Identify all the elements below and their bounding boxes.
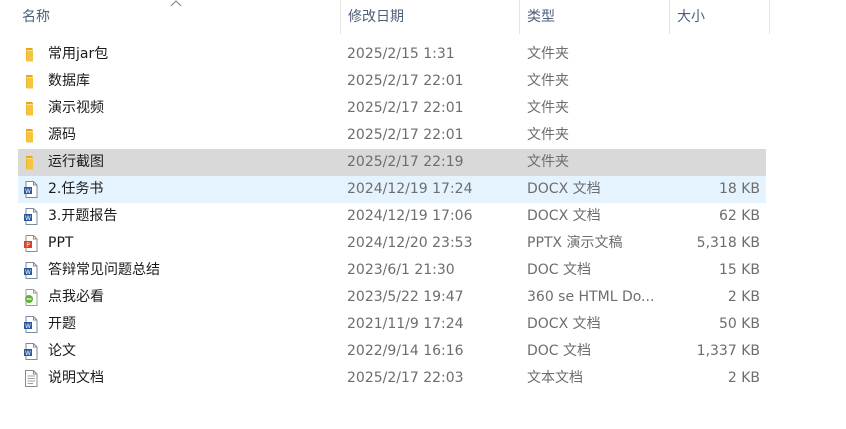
file-size: 18 KB bbox=[718, 181, 760, 197]
file-row[interactable]: W 2.任务书 2024/12/19 17:24 DOCX 文档 18 KB bbox=[18, 176, 766, 203]
file-row[interactable]: 说明文档 2025/2/17 22:03 文本文档 2 KB bbox=[18, 365, 766, 392]
file-name: 点我必看 bbox=[48, 289, 104, 305]
word-doc-icon: W bbox=[22, 180, 40, 199]
file-row[interactable]: 演示视频 2025/2/17 22:01 文件夹 bbox=[18, 95, 766, 122]
file-row[interactable]: 运行截图 2025/2/17 22:19 文件夹 bbox=[18, 149, 766, 176]
svg-text:W: W bbox=[25, 350, 31, 357]
folder-icon bbox=[22, 99, 40, 118]
word-doc-icon: W bbox=[22, 207, 40, 226]
folder-icon bbox=[22, 72, 40, 91]
sort-ascending-icon bbox=[170, 0, 182, 7]
file-type: 文件夹 bbox=[527, 154, 569, 170]
file-name: 3.开题报告 bbox=[48, 208, 118, 224]
file-size bbox=[672, 149, 760, 176]
file-row[interactable]: 常用jar包 2025/2/15 1:31 文件夹 bbox=[18, 41, 766, 68]
folder-icon bbox=[22, 126, 40, 145]
svg-text:W: W bbox=[25, 269, 31, 276]
file-name: 答辩常见问题总结 bbox=[48, 262, 160, 278]
column-header-type[interactable]: 类型 bbox=[519, 0, 669, 34]
svg-text:W: W bbox=[25, 188, 31, 195]
file-size: 2 KB bbox=[727, 289, 760, 305]
column-header-size-label: 大小 bbox=[677, 9, 705, 25]
file-modified-date: 2024/12/19 17:06 bbox=[347, 208, 473, 224]
file-type: 文本文档 bbox=[527, 370, 583, 386]
file-type: PPTX 演示文稿 bbox=[527, 235, 623, 251]
column-header-date-label: 修改日期 bbox=[348, 9, 404, 25]
file-size bbox=[672, 122, 760, 149]
file-name: 源码 bbox=[48, 127, 76, 143]
text-doc-icon bbox=[22, 369, 40, 388]
svg-text:W: W bbox=[25, 215, 31, 222]
file-type: 文件夹 bbox=[527, 46, 569, 62]
file-type: DOCX 文档 bbox=[527, 316, 601, 332]
file-name: 数据库 bbox=[48, 73, 90, 89]
html-icon bbox=[22, 288, 40, 307]
folder-icon bbox=[22, 153, 40, 172]
file-modified-date: 2025/2/17 22:01 bbox=[347, 127, 464, 143]
file-name: 开题 bbox=[48, 316, 76, 332]
file-size: 50 KB bbox=[718, 316, 760, 332]
file-row[interactable]: W 论文 2022/9/14 16:16 DOC 文档 1,337 KB bbox=[18, 338, 766, 365]
word-doc-icon: W bbox=[22, 315, 40, 334]
file-type: 文件夹 bbox=[527, 100, 569, 116]
column-header-bar: 名称 修改日期 类型 大小 bbox=[0, 0, 770, 34]
column-header-size[interactable]: 大小 bbox=[669, 0, 769, 34]
ppt-icon: P bbox=[22, 234, 40, 253]
column-header-name-label: 名称 bbox=[22, 9, 50, 25]
column-separator[interactable] bbox=[769, 0, 770, 34]
file-row[interactable]: P PPT 2024/12/20 23:53 PPTX 演示文稿 5,318 KB bbox=[18, 230, 766, 257]
file-type: DOC 文档 bbox=[527, 343, 592, 359]
svg-text:P: P bbox=[26, 242, 30, 249]
file-modified-date: 2022/9/14 16:16 bbox=[347, 343, 464, 359]
file-name: 运行截图 bbox=[48, 154, 104, 170]
file-modified-date: 2024/12/19 17:24 bbox=[347, 181, 473, 197]
file-modified-date: 2023/5/22 19:47 bbox=[347, 289, 464, 305]
file-modified-date: 2024/12/20 23:53 bbox=[347, 235, 473, 251]
file-type: DOCX 文档 bbox=[527, 181, 601, 197]
file-name: 2.任务书 bbox=[48, 181, 104, 197]
file-name: 常用jar包 bbox=[48, 46, 109, 62]
file-size: 2 KB bbox=[727, 370, 760, 386]
file-size bbox=[672, 68, 760, 95]
file-modified-date: 2025/2/17 22:03 bbox=[347, 370, 464, 386]
file-size: 15 KB bbox=[718, 262, 760, 278]
file-explorer: 名称 修改日期 类型 大小 常用jar包 2025/2/15 1:31 文件夹 数据库… bbox=[0, 0, 846, 429]
word-doc-icon: W bbox=[22, 342, 40, 361]
file-type: DOC 文档 bbox=[527, 262, 592, 278]
word-doc-icon: W bbox=[22, 261, 40, 280]
file-size: 5,318 KB bbox=[696, 235, 760, 251]
file-row[interactable]: W 3.开题报告 2024/12/19 17:06 DOCX 文档 62 KB bbox=[18, 203, 766, 230]
file-size: 1,337 KB bbox=[696, 343, 760, 359]
file-modified-date: 2023/6/1 21:30 bbox=[347, 262, 455, 278]
file-name: 演示视频 bbox=[48, 100, 104, 116]
file-modified-date: 2021/11/9 17:24 bbox=[347, 316, 464, 332]
file-row[interactable]: 点我必看 2023/5/22 19:47 360 se HTML Do... 2 KB bbox=[18, 284, 766, 311]
file-type: 360 se HTML Do... bbox=[527, 289, 655, 305]
file-modified-date: 2025/2/17 22:19 bbox=[347, 154, 464, 170]
column-header-type-label: 类型 bbox=[527, 9, 555, 25]
file-row[interactable]: W 答辩常见问题总结 2023/6/1 21:30 DOC 文档 15 KB bbox=[18, 257, 766, 284]
file-row[interactable]: W 开题 2021/11/9 17:24 DOCX 文档 50 KB bbox=[18, 311, 766, 338]
file-type: 文件夹 bbox=[527, 73, 569, 89]
svg-text:W: W bbox=[25, 323, 31, 330]
file-type: DOCX 文档 bbox=[527, 208, 601, 224]
file-name: 论文 bbox=[48, 343, 76, 359]
column-header-date[interactable]: 修改日期 bbox=[340, 0, 519, 34]
file-name: 说明文档 bbox=[48, 370, 104, 386]
file-size bbox=[672, 41, 760, 68]
file-name: PPT bbox=[48, 235, 74, 251]
file-row[interactable]: 源码 2025/2/17 22:01 文件夹 bbox=[18, 122, 766, 149]
file-modified-date: 2025/2/17 22:01 bbox=[347, 100, 464, 116]
file-list: 常用jar包 2025/2/15 1:31 文件夹 数据库 2025/2/17 22:0… bbox=[18, 41, 766, 392]
file-size: 62 KB bbox=[718, 208, 760, 224]
file-type: 文件夹 bbox=[527, 127, 569, 143]
file-modified-date: 2025/2/17 22:01 bbox=[347, 73, 464, 89]
file-size bbox=[672, 95, 760, 122]
folder-icon bbox=[22, 45, 40, 64]
file-modified-date: 2025/2/15 1:31 bbox=[347, 46, 455, 62]
file-row[interactable]: 数据库 2025/2/17 22:01 文件夹 bbox=[18, 68, 766, 95]
